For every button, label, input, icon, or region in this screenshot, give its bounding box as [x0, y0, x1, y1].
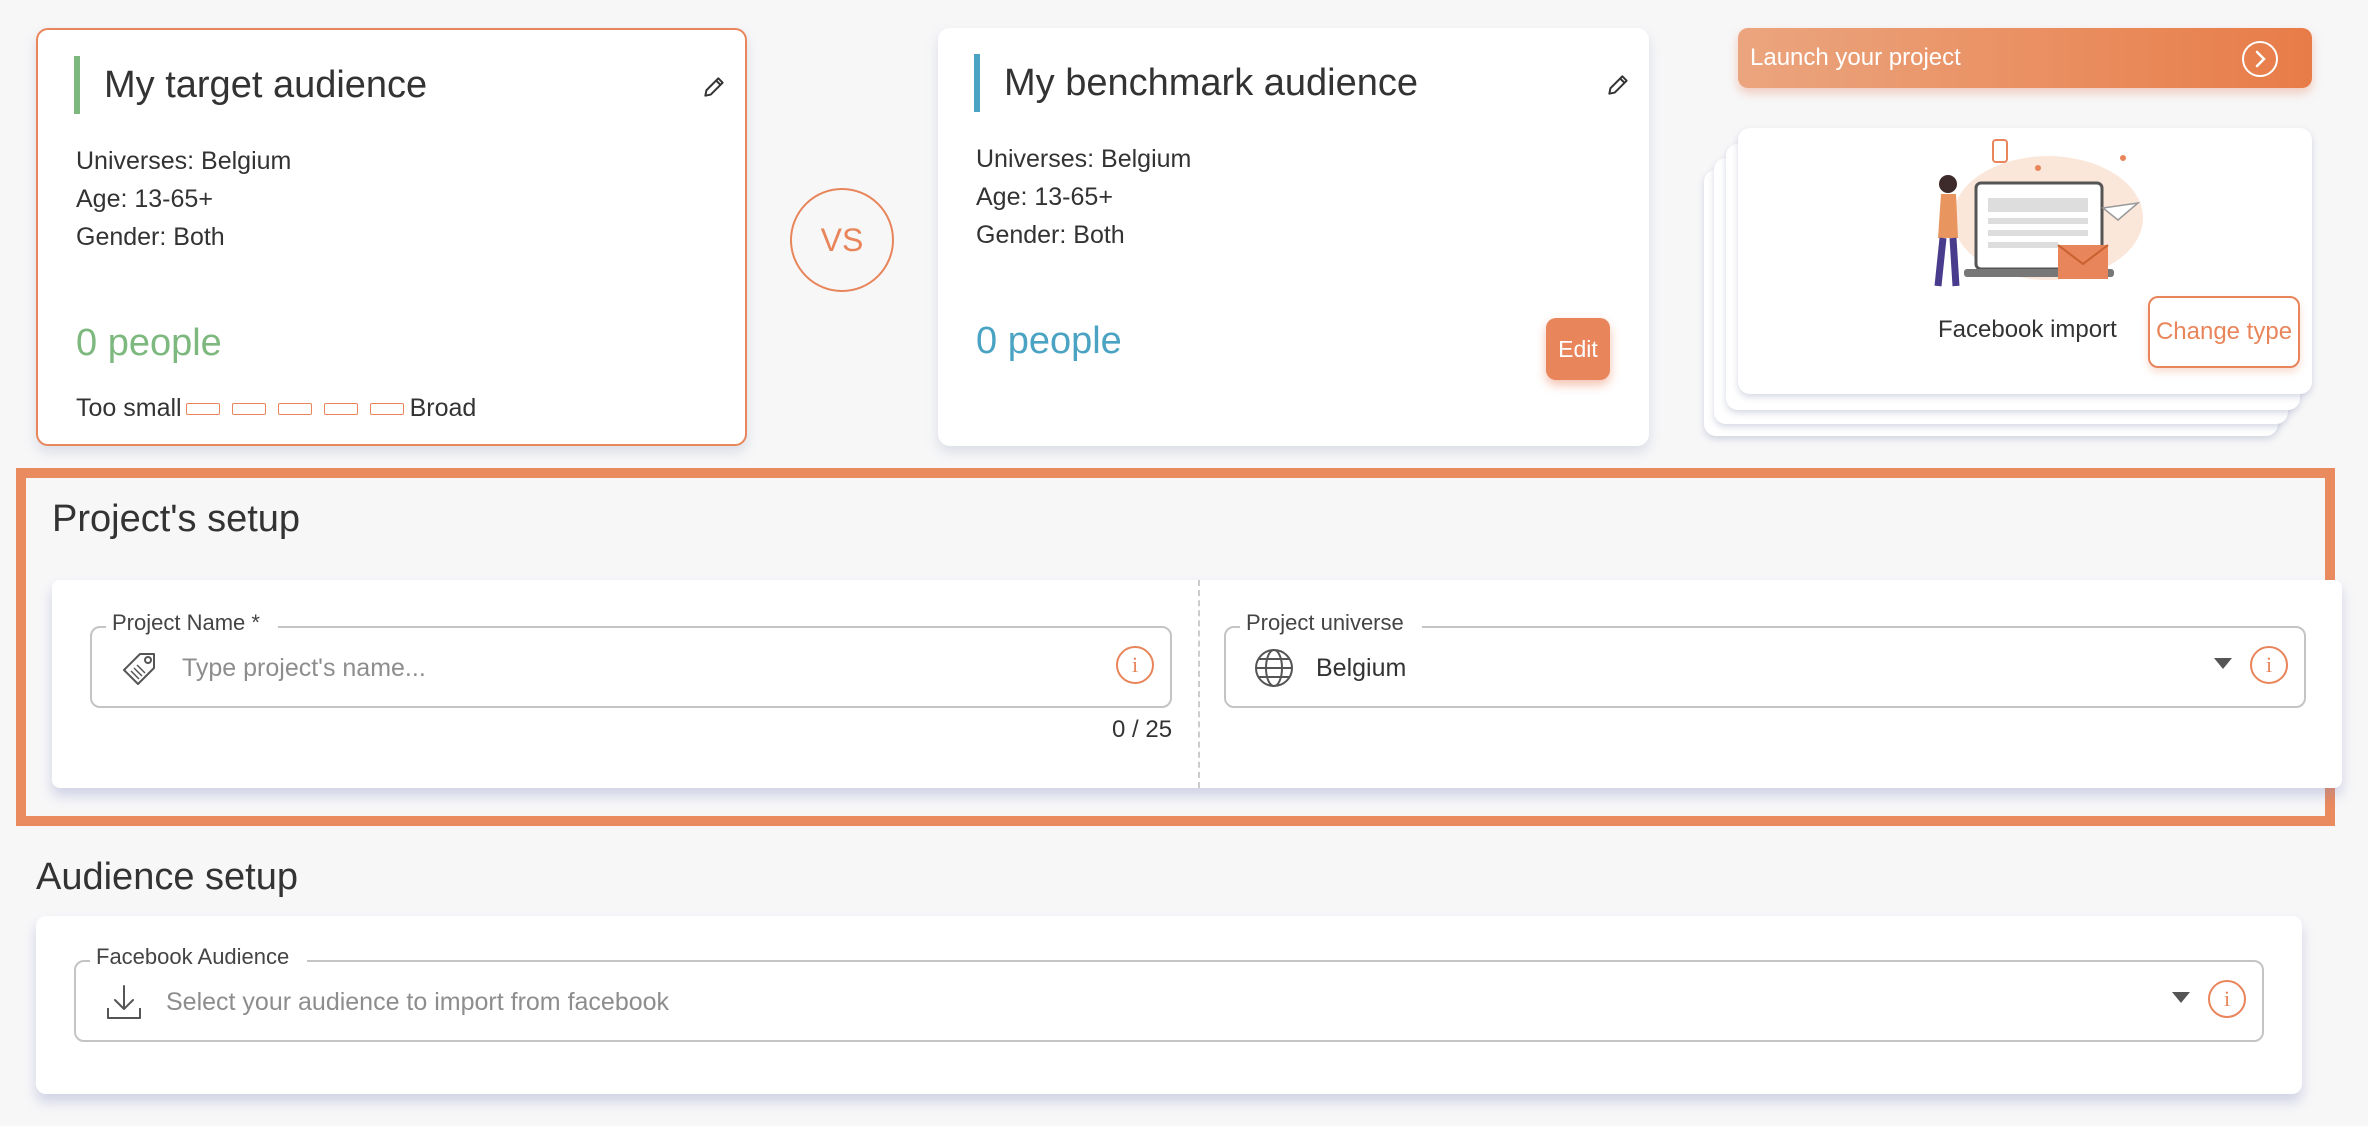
- target-audience-title: My target audience: [74, 56, 427, 114]
- project-type-card: Facebook import Change type: [1738, 128, 2312, 394]
- facebook-audience-select[interactable]: Facebook Audience Select your audience t…: [74, 942, 2264, 1042]
- audience-setup-card: Facebook Audience Select your audience t…: [36, 916, 2302, 1094]
- download-icon: [107, 985, 141, 1019]
- vs-badge: VS: [790, 188, 894, 292]
- benchmark-audience-details: Universes: Belgium Age: 13-65+ Gender: B…: [976, 140, 1191, 254]
- scale-segment: [323, 402, 358, 415]
- target-people-count: 0 people: [76, 322, 222, 364]
- scale-segment: [369, 402, 404, 415]
- benchmark-age: Age: 13-65+: [976, 183, 1113, 211]
- pencil-icon[interactable]: [1605, 72, 1631, 98]
- scale-max-label: Broad: [409, 394, 477, 422]
- launch-project-button[interactable]: Launch your project: [1738, 28, 2312, 88]
- launch-project-label: Launch your project: [1750, 44, 1961, 71]
- project-setup-card: Project Name * Type project's name... i …: [52, 580, 2342, 788]
- project-name-label: Project Name *: [106, 608, 278, 638]
- audience-size-scale: Too small Broad: [76, 394, 476, 423]
- project-universe-value: Belgium: [1316, 654, 1407, 682]
- project-name-input[interactable]: Project Name * Type project's name... i: [90, 608, 1172, 708]
- chevron-down-icon[interactable]: [2214, 658, 2232, 669]
- project-universe-label: Project universe: [1240, 608, 1422, 638]
- chevron-down-icon[interactable]: [2172, 992, 2190, 1003]
- column-divider: [1198, 580, 1200, 788]
- target-universes: Universes: Belgium: [76, 147, 292, 175]
- info-icon[interactable]: i: [2208, 980, 2246, 1018]
- project-universe-select[interactable]: Project universe Belgium i: [1224, 608, 2306, 708]
- pencil-icon[interactable]: [701, 74, 727, 100]
- scale-segment: [185, 402, 220, 415]
- change-type-button[interactable]: Change type: [2148, 296, 2300, 368]
- globe-icon: [1255, 649, 1293, 687]
- benchmark-people-count: 0 people: [976, 320, 1122, 362]
- scale-min-label: Too small: [76, 394, 182, 422]
- project-name-placeholder: Type project's name...: [182, 654, 426, 682]
- edit-benchmark-button[interactable]: Edit: [1546, 318, 1610, 380]
- scale-segment: [231, 402, 266, 415]
- character-counter: 0 / 25: [1112, 716, 1173, 743]
- facebook-import-illustration: [1934, 139, 2143, 287]
- chevron-right-icon: [2242, 41, 2278, 77]
- scale-segment: [277, 402, 312, 415]
- target-audience-details: Universes: Belgium Age: 13-65+ Gender: B…: [76, 142, 291, 256]
- tag-icon: [123, 653, 155, 685]
- info-icon[interactable]: i: [1116, 646, 1154, 684]
- target-gender: Gender: Both: [76, 223, 225, 251]
- benchmark-audience-title: My benchmark audience: [974, 54, 1418, 112]
- info-icon[interactable]: i: [2250, 646, 2288, 684]
- facebook-audience-placeholder: Select your audience to import from face…: [166, 988, 670, 1016]
- project-setup-title: Project's setup: [52, 498, 301, 540]
- benchmark-audience-card: My benchmark audience Universes: Belgium…: [938, 28, 1649, 446]
- facebook-audience-label: Facebook Audience: [90, 942, 308, 972]
- project-type-label: Facebook import: [1938, 316, 2117, 343]
- benchmark-gender: Gender: Both: [976, 221, 1125, 249]
- audience-setup-title: Audience setup: [36, 856, 298, 898]
- target-audience-card: My target audience Universes: Belgium Ag…: [36, 28, 747, 446]
- target-age: Age: 13-65+: [76, 185, 213, 213]
- benchmark-universes: Universes: Belgium: [976, 145, 1192, 173]
- project-setup-section: Project's setup Project Name * Type proj…: [16, 468, 2342, 826]
